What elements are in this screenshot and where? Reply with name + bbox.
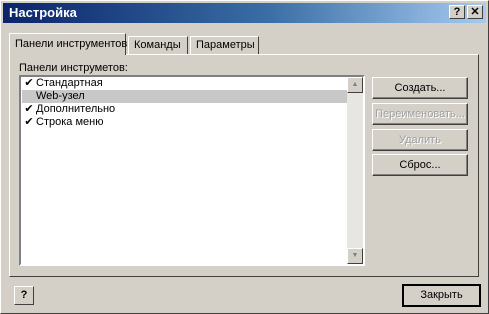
tab-options[interactable]: Параметры [190, 36, 259, 54]
reset-button[interactable]: Сброс... [372, 154, 468, 176]
tab-commands[interactable]: Команды [128, 36, 188, 54]
list-item[interactable]: ✔ Строка меню [22, 116, 347, 129]
list-item[interactable]: Web-узел [22, 90, 347, 103]
list-item[interactable]: ✔ Дополнительно [22, 103, 347, 116]
title-close-button[interactable]: ✕ [467, 5, 483, 19]
list-item[interactable]: ✔ Стандартная [22, 77, 347, 90]
scroll-up-arrow-icon[interactable]: ▲ [347, 77, 363, 93]
delete-button[interactable]: Удалить [372, 129, 468, 151]
title-help-button[interactable]: ? [449, 5, 465, 19]
title-bar: Настройка ? ✕ [3, 3, 486, 23]
vertical-scrollbar[interactable]: ▲ ▼ [347, 77, 363, 264]
list-item-label: Стандартная [36, 77, 103, 89]
close-button[interactable]: Закрыть [402, 284, 481, 307]
list-item-label: Строка меню [36, 116, 104, 128]
toolbars-list-label: Панели инструметов: [19, 62, 128, 74]
checkbox-checked-icon[interactable]: ✔ [23, 77, 35, 90]
rename-button[interactable]: Переименовать... [372, 103, 468, 125]
window-title: Настройка [9, 5, 77, 20]
customize-dialog: Настройка ? ✕ Панели инструментов Команд… [0, 0, 489, 314]
list-item-label: Дополнительно [36, 103, 116, 115]
checkbox-checked-icon[interactable]: ✔ [23, 103, 35, 116]
toolbars-listbox[interactable]: ✔ Стандартная Web-узел ✔ Дополнительно ✔… [19, 75, 365, 266]
tab-panel-toolbars: Панели инструметов: ✔ Стандартная Web-уз… [9, 54, 479, 277]
checkbox-checked-icon[interactable]: ✔ [23, 116, 35, 129]
list-item-label: Web-узел [36, 90, 85, 102]
tab-toolbars[interactable]: Панели инструментов [9, 33, 127, 55]
create-button[interactable]: Создать... [372, 77, 468, 99]
help-icon[interactable]: ? [14, 286, 34, 305]
scroll-down-arrow-icon[interactable]: ▼ [347, 248, 363, 264]
